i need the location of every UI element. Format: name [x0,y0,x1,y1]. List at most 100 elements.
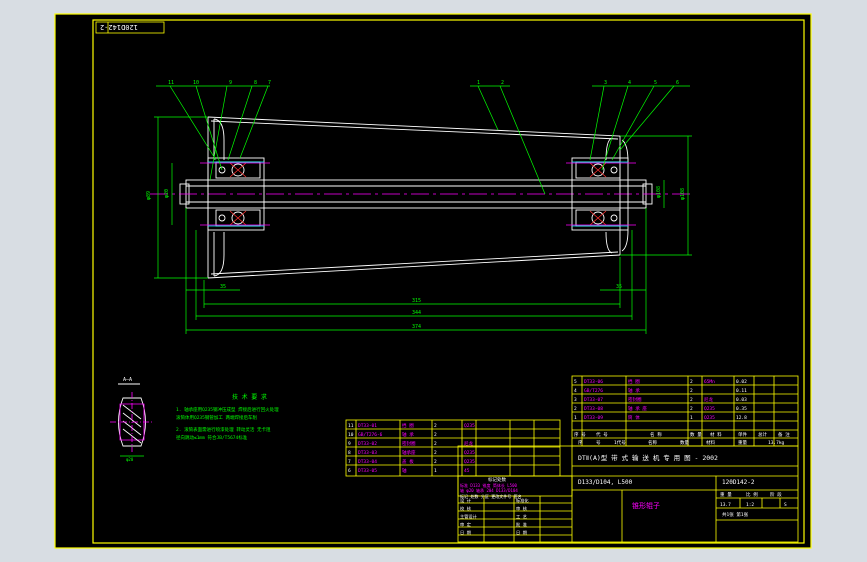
svg-text:2. 滚筒表面需进行喷漆处理 转动灵活 无卡阻: 2. 滚筒表面需进行喷漆处理 转动灵活 无卡阻 [176,426,271,433]
svg-text:序 号: 序 号 [574,431,586,438]
sign-cell: 标准化 [516,497,529,504]
svg-text:轴 φ20 轴承 204 D133/D104: 轴 φ20 轴承 204 D133/D104 [460,487,518,493]
svg-text:滚筒体用Q235钢管加工 两端焊接后车削: 滚筒体用Q235钢管加工 两端焊接后车削 [176,414,258,421]
bom-left-cell: 8 [348,450,351,456]
bom-left-cell: 2 [434,432,437,438]
bom-left-cell: 密封圈 [402,440,416,447]
svg-text:1代号: 1代号 [614,439,626,446]
bom-right-cell: 65Mn [704,379,715,385]
drawing-sheet [55,14,811,548]
main-title: DTⅡ(A)型 带 式 输 送 机 专 用 图 - 2002 [578,453,718,462]
bom-right-cell: 2 [690,406,693,412]
svg-text:名 称: 名 称 [650,431,662,438]
bom-left-cell: DT33-03 [358,450,377,456]
bom-left-cell: DT33-04 [358,459,377,465]
svg-text:9: 9 [229,80,232,86]
bom-left-cell: 11 [348,423,354,429]
bom-left-cell: Q235 [464,450,475,456]
bom-left-cell: 2 [434,450,437,456]
bom-left-cell: 2 [434,459,437,465]
bom-right-cell: Q235 [704,415,715,421]
bom-right-cell: DT33-06 [584,379,603,385]
bom-right-cell: 0.02 [736,379,747,385]
svg-text:技 术 要 求: 技 术 要 求 [232,393,267,401]
svg-text:374: 374 [412,324,421,330]
bom-right-cell: 密封圈 [628,396,642,403]
bom-right-cell: 2 [690,379,693,385]
svg-text:阶 段: 阶 段 [770,491,782,498]
svg-text:号: 号 [596,440,601,446]
svg-text:φ108: φ108 [680,188,686,200]
svg-text:φ20: φ20 [164,189,170,198]
bom-right-cell: 0.35 [736,406,747,412]
bom-right-cell: GB/T276 [584,388,603,394]
sign-cell: 校 核 [460,505,472,512]
svg-text:35: 35 [220,284,226,290]
svg-text:S: S [784,502,787,508]
bom-right-cell: Q235 [704,406,715,412]
sign-cell: 设 计 [460,497,471,504]
sign-cell: 审 定 [460,521,471,528]
bom-right-cell: DT33-08 [584,406,603,412]
sign-cell: 审 核 [516,505,528,512]
svg-text:3: 3 [604,80,607,86]
svg-text:7: 7 [268,80,271,86]
cad-canvas[interactable]: 120D142-2 11 10 9 8 7 1 2 3 4 5 6 φ89 φ2… [0,0,867,562]
svg-text:4: 4 [628,80,631,86]
bom-left-cell: 45 [464,468,470,474]
svg-text:数量: 数量 [680,439,689,446]
svg-text:单件: 单件 [738,431,747,438]
bom-right-cell: 4 [574,388,577,394]
bom-left-cell: Q235 [464,459,475,465]
svg-text:代 号: 代 号 [596,431,608,438]
sign-cell: 批 准 [516,521,527,528]
drawing-number: 120D142-2 [722,479,755,486]
svg-text:材料: 材料 [706,439,715,446]
svg-text:重量: 重量 [738,439,747,446]
bom-right-cell: 1 [690,415,693,421]
bom-left-cell: 6 [348,468,351,474]
svg-text:标记处数: 标记处数 [488,476,506,483]
svg-text:A—A: A—A [123,377,132,383]
bom-left-cell: DT33-01 [358,423,377,429]
part-name: 锥形辊子 [632,501,660,510]
svg-text:344: 344 [412,310,421,316]
bom-left-cell: DT33-05 [358,468,377,474]
bom-right-cell: 挡 圈 [628,378,640,385]
sign-cell: 工 艺 [516,514,527,519]
bom-right-cell: 5 [574,379,577,385]
bom-left-cell: 7 [348,459,351,465]
svg-text:总计: 总计 [758,431,767,438]
bom-left-cell: GB/T276-6 [358,432,383,438]
svg-text:13.7: 13.7 [720,502,731,508]
bom-right-cell: 12.8 [736,415,747,421]
bom-right-cell: 2 [574,406,577,412]
svg-text:φ89: φ89 [146,191,152,200]
bom-left-cell: Q235 [464,423,475,429]
bom-left-cell: DT33-02 [358,441,377,447]
bom-left-cell: 轴承座 [402,449,416,456]
svg-text:5: 5 [654,80,657,86]
bom-left-cell: 10 [348,432,354,438]
bom-right-cell: DT33-09 [584,415,603,421]
bom-left-cell: 9 [348,441,351,447]
svg-text:重 量: 重 量 [720,491,732,498]
bom-right-cell: 筒 体 [628,414,640,421]
svg-text:材 料: 材 料 [710,431,722,438]
bom-right-cell: 尼龙 [704,396,713,403]
bom-left-cell: 轴 [402,467,407,474]
bom-right-cell: 0.03 [736,397,747,403]
bom-left-cell: 2 [434,423,437,429]
bom-left-cell: 轴 承 [402,431,414,438]
svg-text:315: 315 [412,298,421,304]
code-box-text: 120D142-2 [100,23,138,31]
svg-text:序: 序 [578,439,583,446]
svg-text:10: 10 [193,80,199,86]
svg-text:名称: 名称 [648,439,657,446]
bom-left-cell: 盖 板 [402,458,414,465]
svg-text:1. 轴承座用Q235钢冲压成型 焊接后进行回火处理: 1. 轴承座用Q235钢冲压成型 焊接后进行回火处理 [176,406,279,413]
svg-text:共1张 第1张: 共1张 第1张 [722,511,749,518]
bom-left-cell: 挡 圈 [402,422,414,429]
svg-text:35: 35 [616,284,622,290]
svg-text:1:2: 1:2 [746,502,754,508]
